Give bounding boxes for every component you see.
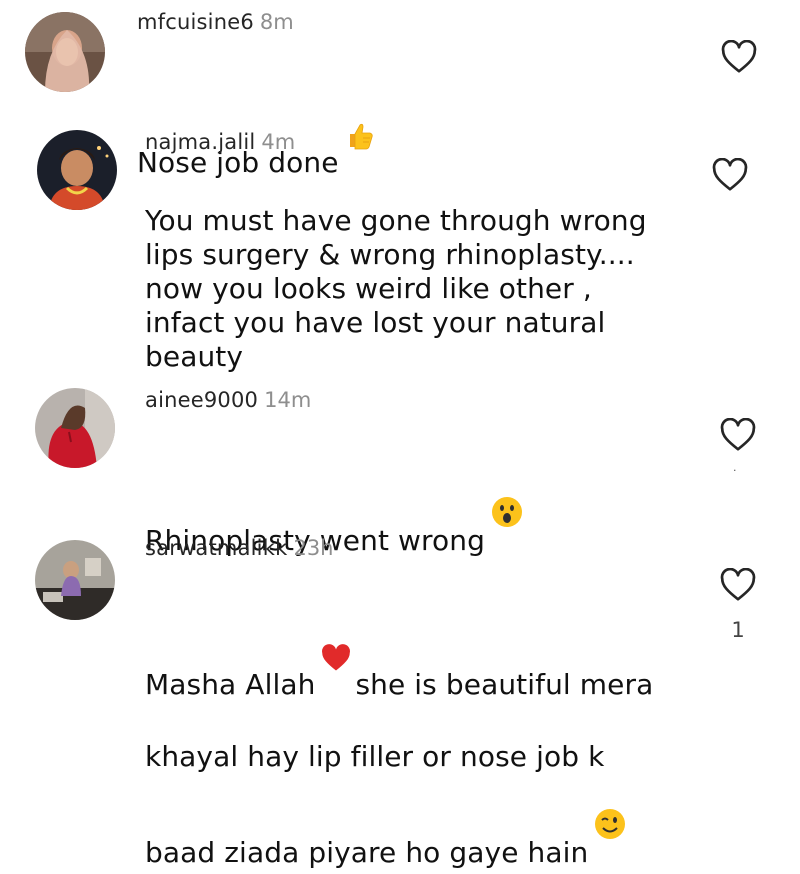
comment-item: najma.jalil 4m You must have gone through…: [0, 120, 800, 373]
like-heart-icon[interactable]: [720, 568, 756, 602]
winking-face-emoji: [594, 774, 626, 874]
comment-meta: mfcuisine6 8m: [137, 8, 294, 36]
comment-body-part1: Masha Allah: [145, 668, 316, 701]
timestamp: 14m: [264, 388, 312, 412]
comment-body-part3: khayal hay lip filler or nose job k baad…: [145, 740, 605, 869]
comment-body-part2: she is beautiful mera: [355, 668, 654, 701]
comment-text: You must have gone through wrong lips su…: [145, 170, 685, 374]
username[interactable]: ainee9000: [145, 388, 258, 412]
like-count: 1: [731, 618, 745, 642]
like-heart-icon[interactable]: [720, 418, 756, 452]
avatar[interactable]: [35, 540, 115, 620]
username[interactable]: mfcuisine6: [137, 10, 254, 34]
comment-text: Masha Allah she is beautiful mera khayal…: [145, 576, 685, 874]
comment-item: mfcuisine6 8m Nose job done: [0, 0, 800, 179]
avatar[interactable]: [25, 12, 105, 92]
like-heart-icon[interactable]: [721, 40, 757, 74]
username[interactable]: sarwatmalikk: [145, 536, 287, 560]
comment-meta: sarwatmalikk 23h: [145, 534, 333, 562]
timestamp: 4m: [261, 130, 296, 154]
avatar[interactable]: [35, 388, 115, 468]
red-heart-emoji: [321, 610, 351, 706]
comment-item: ainee9000 14m Rhinoplasty went wrong ·: [0, 378, 800, 557]
timestamp: 8m: [259, 10, 294, 34]
comment-meta: najma.jalil 4m: [145, 128, 295, 156]
comment-meta: ainee9000 14m: [145, 386, 311, 414]
like-count-marker: ·: [733, 464, 737, 477]
username[interactable]: najma.jalil: [145, 130, 255, 154]
comment-item: sarwatmalikk 23h Masha Allah she is beaut…: [0, 530, 800, 869]
timestamp: 23h: [293, 536, 334, 560]
avatar[interactable]: [37, 130, 117, 210]
like-heart-icon[interactable]: [712, 158, 748, 192]
comment-body: You must have gone through wrong lips su…: [145, 204, 647, 373]
